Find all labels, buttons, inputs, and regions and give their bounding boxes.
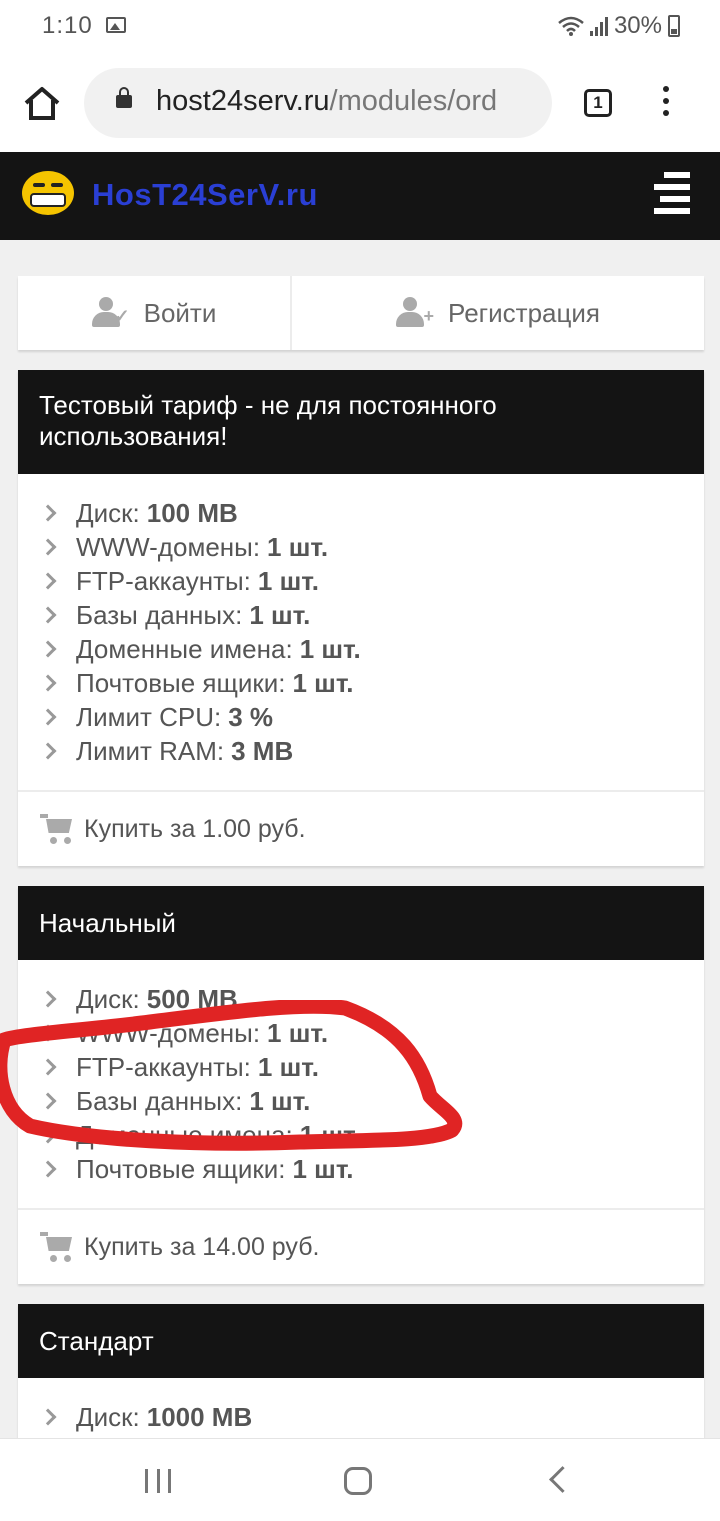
buy-label: Купить за 1.00 руб. (84, 814, 306, 843)
plan-title: Стандарт (18, 1304, 704, 1378)
browser-toolbar: host24serv.ru/modules/ord 1 (0, 56, 720, 152)
menu-icon[interactable] (654, 172, 690, 216)
feature-item: FTP-аккаунты: 1 шт. (39, 564, 704, 598)
home-icon[interactable] (22, 84, 62, 124)
main-content: ✓ Войти + Регистрация Тестовый тариф - н… (0, 240, 720, 1438)
feature-item: WWW-домены: 1 шт. (39, 1016, 704, 1050)
cart-icon (40, 1232, 76, 1262)
chevron-right-icon (39, 742, 57, 760)
feature-list: Диск: 500 MB WWW-домены: 1 шт. FTP-аккаунт… (18, 960, 704, 1186)
chevron-right-icon (39, 572, 57, 590)
plan-card-standard: Стандарт Диск: 1000 MB (18, 1304, 704, 1438)
feature-item: Доменные имена: 1 шт. (39, 1118, 704, 1152)
feature-item: Почтовые ящики: 1 шт. (39, 666, 704, 700)
chevron-right-icon (39, 1126, 57, 1144)
signal-icon (589, 16, 608, 36)
buy-label: Купить за 14.00 руб. (84, 1232, 320, 1261)
home-circle-icon[interactable] (344, 1467, 372, 1495)
address-bar[interactable]: host24serv.ru/modules/ord (84, 68, 552, 138)
feature-item: Доменные имена: 1 шт. (39, 632, 704, 666)
battery-icon (668, 15, 680, 37)
user-plus-icon: + (396, 297, 434, 329)
more-icon[interactable] (662, 86, 670, 120)
feature-list: Диск: 100 MB WWW-домены: 1 шт. FTP-аккаунт… (18, 474, 704, 768)
feature-item: Лимит RAM: 3 MB (39, 734, 704, 768)
buy-button[interactable]: Купить за 14.00 руб. (18, 1208, 704, 1284)
feature-list: Диск: 1000 MB (18, 1378, 704, 1434)
chevron-right-icon (39, 640, 57, 658)
site-logo[interactable]: HosT24SerV.ru (92, 177, 318, 213)
lock-icon (116, 87, 132, 108)
feature-item: WWW-домены: 1 шт. (39, 530, 704, 564)
feature-item: FTP-аккаунты: 1 шт. (39, 1050, 704, 1084)
chevron-right-icon (39, 990, 57, 1008)
status-time: 1:10 (42, 12, 93, 39)
chevron-right-icon (39, 1058, 57, 1076)
feature-item: Базы данных: 1 шт. (39, 598, 704, 632)
tab-switcher-icon[interactable]: 1 (584, 89, 612, 117)
auth-bar: ✓ Войти + Регистрация (18, 276, 704, 350)
logo-emoji-icon[interactable] (22, 171, 74, 215)
login-button[interactable]: ✓ Войти (18, 276, 292, 350)
gallery-icon (106, 17, 126, 33)
chevron-right-icon (39, 1160, 57, 1178)
url-text[interactable]: host24serv.ru/modules/ord (156, 85, 497, 118)
feature-item: Почтовые ящики: 1 шт. (39, 1152, 704, 1186)
feature-item: Диск: 100 MB (39, 496, 704, 530)
site-header: HosT24SerV.ru (0, 152, 720, 240)
plan-card-starter: Начальный Диск: 500 MB WWW-домены: 1 шт. F… (18, 886, 704, 1284)
chevron-right-icon (39, 708, 57, 726)
plan-title: Начальный (18, 886, 704, 960)
user-check-icon: ✓ (91, 297, 130, 329)
feature-item: Лимит CPU: 3 % (39, 700, 704, 734)
chevron-right-icon (39, 1408, 57, 1426)
plan-card-test: Тестовый тариф - не для постоянного испо… (18, 370, 704, 866)
feature-item: Диск: 500 MB (39, 982, 704, 1016)
chevron-right-icon (39, 504, 57, 522)
feature-item: Диск: 1000 MB (39, 1400, 704, 1434)
status-bar: 1:10 30% (0, 0, 720, 56)
system-nav-bar (0, 1438, 720, 1521)
login-label: Войти (143, 297, 217, 328)
status-right: 30% (558, 12, 680, 40)
buy-button[interactable]: Купить за 1.00 руб. (18, 790, 704, 866)
chevron-right-icon (39, 674, 57, 692)
chevron-right-icon (39, 606, 57, 624)
battery-percent: 30% (613, 12, 662, 39)
register-label: Регистрация (448, 297, 600, 328)
url-path: /modules/ord (329, 85, 498, 117)
plan-title: Тестовый тариф - не для постоянного испо… (18, 370, 704, 474)
chevron-right-icon (39, 1092, 57, 1110)
cart-icon (40, 814, 76, 844)
url-domain: host24serv.ru (156, 85, 330, 117)
register-button[interactable]: + Регистрация (292, 276, 704, 350)
back-icon[interactable] (549, 1466, 576, 1493)
recent-apps-icon[interactable] (145, 1469, 171, 1493)
feature-item: Базы данных: 1 шт. (39, 1084, 704, 1118)
wifi-icon (558, 16, 584, 36)
chevron-right-icon (39, 538, 57, 556)
chevron-right-icon (39, 1024, 57, 1042)
